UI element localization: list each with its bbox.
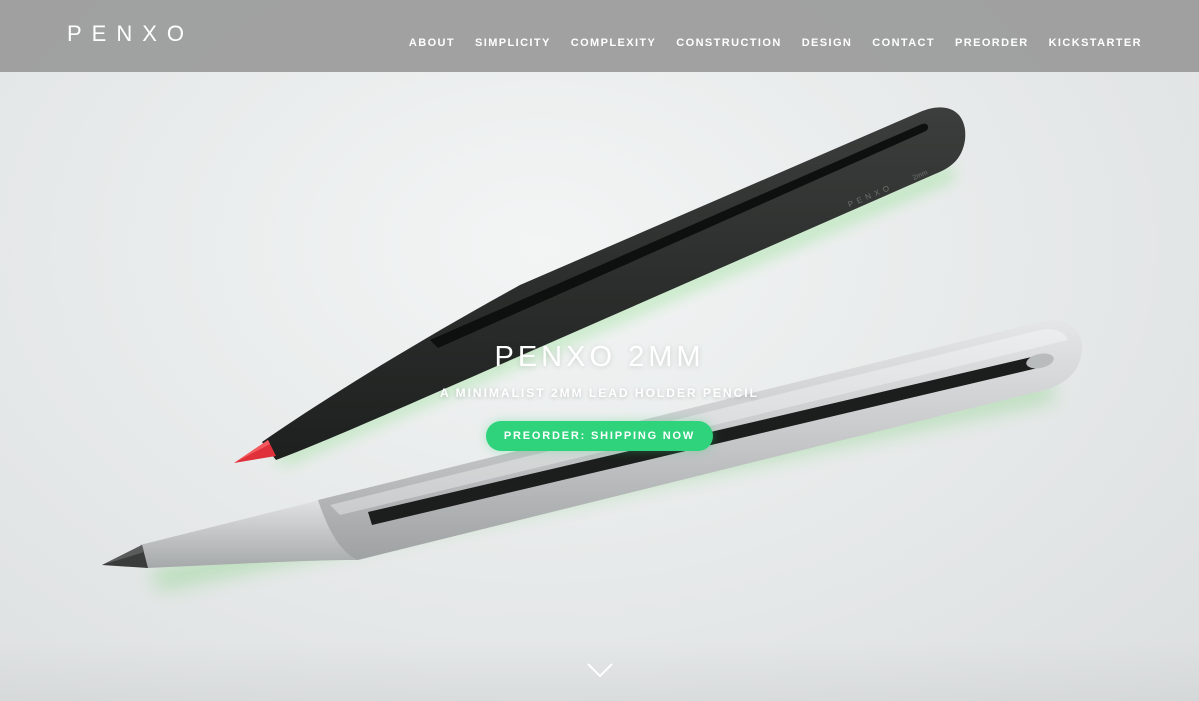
nav-link-preorder[interactable]: PREORDER: [955, 37, 1029, 49]
nav-item-construction: CONSTRUCTION: [676, 33, 781, 51]
nav-item-kickstarter: KICKSTARTER: [1049, 33, 1142, 51]
hero-title: PENXO 2MM: [494, 341, 705, 373]
nav-link-construction[interactable]: CONSTRUCTION: [676, 37, 781, 49]
top-navbar: PENXO ABOUT SIMPLICITY COMPLEXITY CONSTR…: [0, 0, 1199, 72]
nav-item-design: DESIGN: [802, 33, 853, 51]
nav-link-simplicity[interactable]: SIMPLICITY: [475, 37, 551, 49]
hero-subtitle: A MINIMALIST 2MM LEAD HOLDER PENCIL: [440, 386, 759, 400]
nav-link-design[interactable]: DESIGN: [802, 37, 853, 49]
hero-section: PENXO 2MM A MINIMALIST 2MM LEAD HOLDER P…: [0, 338, 1199, 451]
nav-link-complexity[interactable]: COMPLEXITY: [571, 37, 657, 49]
nav-item-about: ABOUT: [409, 33, 455, 51]
chevron-down-icon[interactable]: [586, 660, 614, 680]
nav-link-contact[interactable]: CONTACT: [872, 37, 935, 49]
nav-item-preorder: PREORDER: [955, 33, 1029, 51]
site-logo[interactable]: PENXO: [67, 21, 194, 47]
nav-link-about[interactable]: ABOUT: [409, 37, 455, 49]
page: PENXO 2mm PENXO ABOUT SIMPLICITY COMPLEX…: [0, 0, 1199, 701]
nav-item-contact: CONTACT: [872, 33, 935, 51]
nav-item-simplicity: SIMPLICITY: [475, 33, 551, 51]
nav-item-complexity: COMPLEXITY: [571, 33, 657, 51]
nav-link-kickstarter[interactable]: KICKSTARTER: [1049, 37, 1142, 49]
preorder-button[interactable]: PREORDER: SHIPPING NOW: [485, 421, 714, 451]
main-nav: ABOUT SIMPLICITY COMPLEXITY CONSTRUCTION…: [409, 33, 1142, 51]
